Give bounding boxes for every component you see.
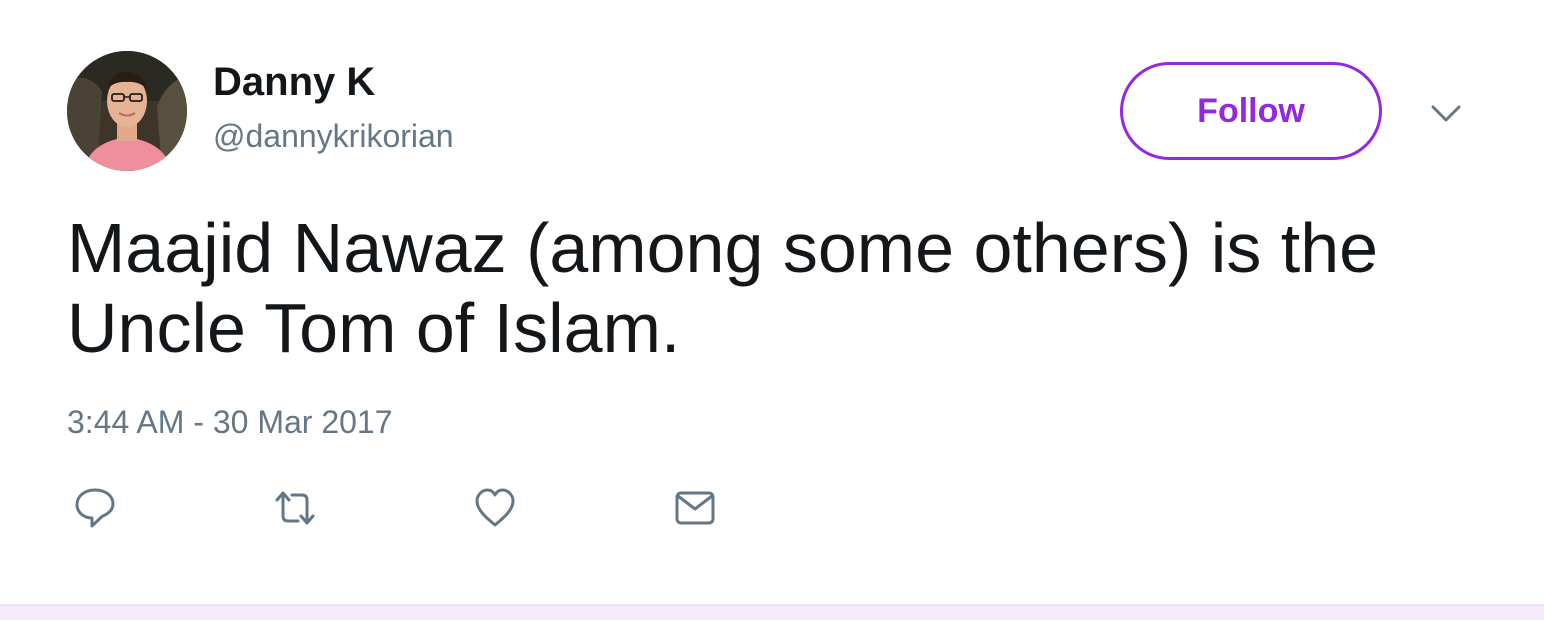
profile-photo: [67, 51, 187, 171]
heart-icon[interactable]: [473, 486, 517, 530]
retweet-icon[interactable]: [273, 486, 317, 530]
tweet-timestamp[interactable]: 3:44 AM - 30 Mar 2017: [67, 403, 393, 441]
tweet-card: Danny K @dannykrikorian Follow Maajid Na…: [0, 0, 1544, 604]
reply-icon[interactable]: [73, 486, 117, 530]
tweet-text: Maajid Nawaz (among some others) is the …: [67, 209, 1379, 367]
avatar[interactable]: [67, 51, 187, 171]
author-display-name[interactable]: Danny K: [213, 59, 375, 105]
envelope-icon[interactable]: [673, 486, 717, 530]
author-screen-name[interactable]: @dannykrikorian: [213, 117, 454, 155]
chevron-down-icon[interactable]: [1428, 96, 1464, 132]
follow-button[interactable]: Follow: [1120, 62, 1382, 160]
tweet-footer-strip: [0, 604, 1544, 620]
